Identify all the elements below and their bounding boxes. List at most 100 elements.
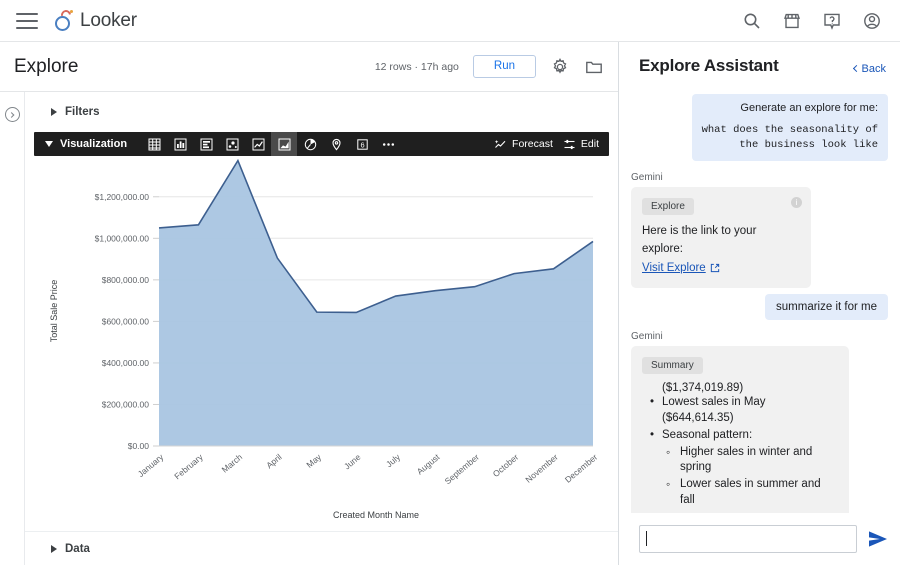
pie-chart-icon[interactable]	[297, 132, 323, 156]
assistant-header: Explore Assistant Back	[619, 42, 900, 82]
user-message-prefix: Generate an explore for me:	[702, 102, 878, 114]
x-axis-tick-label: November	[523, 452, 560, 485]
run-button[interactable]: Run	[473, 55, 536, 79]
x-axis-tick-label: September	[443, 452, 481, 486]
forecast-label: Forecast	[512, 138, 553, 150]
filters-label: Filters	[65, 106, 100, 118]
top-bar-icons	[742, 11, 882, 31]
x-axis-tick-label: October	[491, 452, 521, 479]
summary-sub-list: Higher sales in winter and spring Lower …	[662, 445, 838, 509]
y-axis-title: Total Sale Price	[49, 280, 59, 343]
hamburger-menu-icon[interactable]	[16, 13, 38, 29]
x-axis-tick-label: December	[563, 452, 600, 485]
marketplace-icon[interactable]	[782, 11, 802, 31]
gear-icon[interactable]	[550, 57, 570, 77]
edit-label: Edit	[581, 138, 599, 150]
area-series-fill	[159, 161, 593, 446]
y-axis-tick-label: $800,000.00	[102, 275, 150, 285]
summary-sub-bullet: Higher sales in winter and spring	[662, 445, 838, 477]
chevron-right-circle-icon[interactable]	[5, 107, 20, 122]
top-navigation-bar: Looker	[0, 0, 900, 42]
explore-link-text: Here is the link to your explore:	[642, 223, 800, 258]
agent-name-label: Gemini	[631, 331, 888, 342]
edit-button[interactable]: Edit	[563, 138, 609, 151]
x-axis-tick-label: February	[172, 451, 205, 481]
summary-bullet-text: Seasonal pattern:	[662, 429, 752, 441]
x-axis-tick-label: January	[136, 451, 166, 479]
summary-bullet-text: Lowest sales in May ($644,614.35)	[662, 396, 766, 424]
visualization-section-header[interactable]: Visualization	[34, 138, 127, 150]
x-axis-tick-label: July	[384, 451, 403, 469]
send-icon[interactable]	[867, 528, 889, 550]
area-chart-icon[interactable]	[271, 132, 297, 156]
table-chart-icon[interactable]	[141, 132, 167, 156]
summary-bullet: Lowest sales in May ($644,614.35)	[642, 395, 838, 427]
line-chart-icon[interactable]	[245, 132, 271, 156]
explore-assistant-panel: Explore Assistant Back Generate an explo…	[618, 42, 900, 565]
back-label: Back	[862, 63, 886, 75]
chevron-left-icon	[852, 65, 859, 72]
looker-logo[interactable]: Looker	[54, 10, 137, 32]
x-axis-tick-label: August	[415, 451, 442, 476]
y-axis-tick-label: $1,200,000.00	[95, 192, 150, 202]
x-axis-tick-label: June	[342, 452, 363, 472]
agent-name-label: Gemini	[631, 172, 888, 183]
folder-icon[interactable]	[584, 57, 604, 77]
visualization-chart[interactable]: $0.00 $200,000.00 $400,000.00 $600,000.00 $8…	[25, 156, 618, 546]
page-title: Explore	[14, 56, 78, 78]
visualization-label: Visualization	[60, 138, 127, 150]
x-axis-tick-label: May	[304, 451, 323, 469]
field-panel-rail	[0, 92, 25, 565]
y-axis-tick-label: $600,000.00	[102, 316, 150, 326]
visit-explore-link[interactable]: Visit Explore	[642, 262, 720, 274]
column-chart-icon[interactable]	[167, 132, 193, 156]
explore-header: Explore 12 rows · 17h ago Run	[0, 42, 618, 92]
search-icon[interactable]	[742, 11, 762, 31]
help-icon[interactable]	[822, 11, 842, 31]
x-axis-tick-label: March	[220, 452, 245, 475]
filters-section-header[interactable]: Filters	[25, 92, 618, 126]
assistant-composer	[619, 513, 900, 565]
single-value-icon[interactable]: 6	[349, 132, 375, 156]
explore-body: Filters Visualization	[25, 92, 618, 565]
y-axis-tick-label: $0.00	[128, 441, 150, 451]
y-axis-tick-label: $400,000.00	[102, 358, 150, 368]
y-axis-tick-label: $1,000,000.00	[95, 233, 150, 243]
summary-bullet: Seasonal pattern: Higher sales in winter…	[642, 428, 838, 509]
text-caret	[646, 531, 647, 546]
external-link-icon	[710, 263, 720, 273]
assistant-prompt-input[interactable]	[639, 525, 857, 553]
triangle-right-icon	[51, 545, 57, 553]
visualization-toolbar: Visualization	[34, 132, 609, 156]
account-icon[interactable]	[862, 11, 882, 31]
scatter-chart-icon[interactable]	[219, 132, 245, 156]
forecast-button[interactable]: Forecast	[494, 138, 563, 151]
user-message-text: what does the seasonality of the busines…	[702, 123, 878, 153]
triangle-right-icon	[51, 108, 57, 116]
visit-explore-label: Visit Explore	[642, 262, 706, 274]
back-button[interactable]: Back	[854, 63, 886, 75]
x-axis-tick-label: April	[264, 452, 284, 471]
brand-name: Looker	[80, 10, 137, 32]
triangle-down-icon	[45, 141, 53, 147]
row-count-status: 12 rows · 17h ago	[375, 61, 459, 73]
data-section-header[interactable]: Data	[25, 531, 618, 565]
looker-mark-icon	[54, 10, 73, 31]
assistant-thread: Generate an explore for me: what does th…	[619, 82, 900, 532]
summary-first-line: ($1,374,019.89)	[642, 382, 838, 394]
info-icon[interactable]: i	[791, 197, 802, 208]
card-chip-explore: Explore	[642, 198, 694, 215]
x-axis-title: Created Month Name	[333, 510, 419, 520]
visualization-type-group: 6	[141, 132, 401, 156]
assistant-title: Explore Assistant	[639, 56, 779, 76]
y-axis-tick-label: $200,000.00	[102, 399, 150, 409]
user-message-bubble: Generate an explore for me: what does th…	[692, 94, 888, 161]
user-message-bubble: summarize it for me	[765, 294, 888, 320]
map-chart-icon[interactable]	[323, 132, 349, 156]
svg-text:6: 6	[360, 140, 364, 149]
summary-bullet-list: Lowest sales in May ($644,614.35) Season…	[642, 395, 838, 509]
user-message-text: summarize it for me	[776, 301, 877, 313]
more-options-icon[interactable]	[375, 132, 401, 156]
area-chart-svg: $0.00 $200,000.00 $400,000.00 $600,000.00 $8…	[25, 156, 618, 546]
bar-chart-icon[interactable]	[193, 132, 219, 156]
